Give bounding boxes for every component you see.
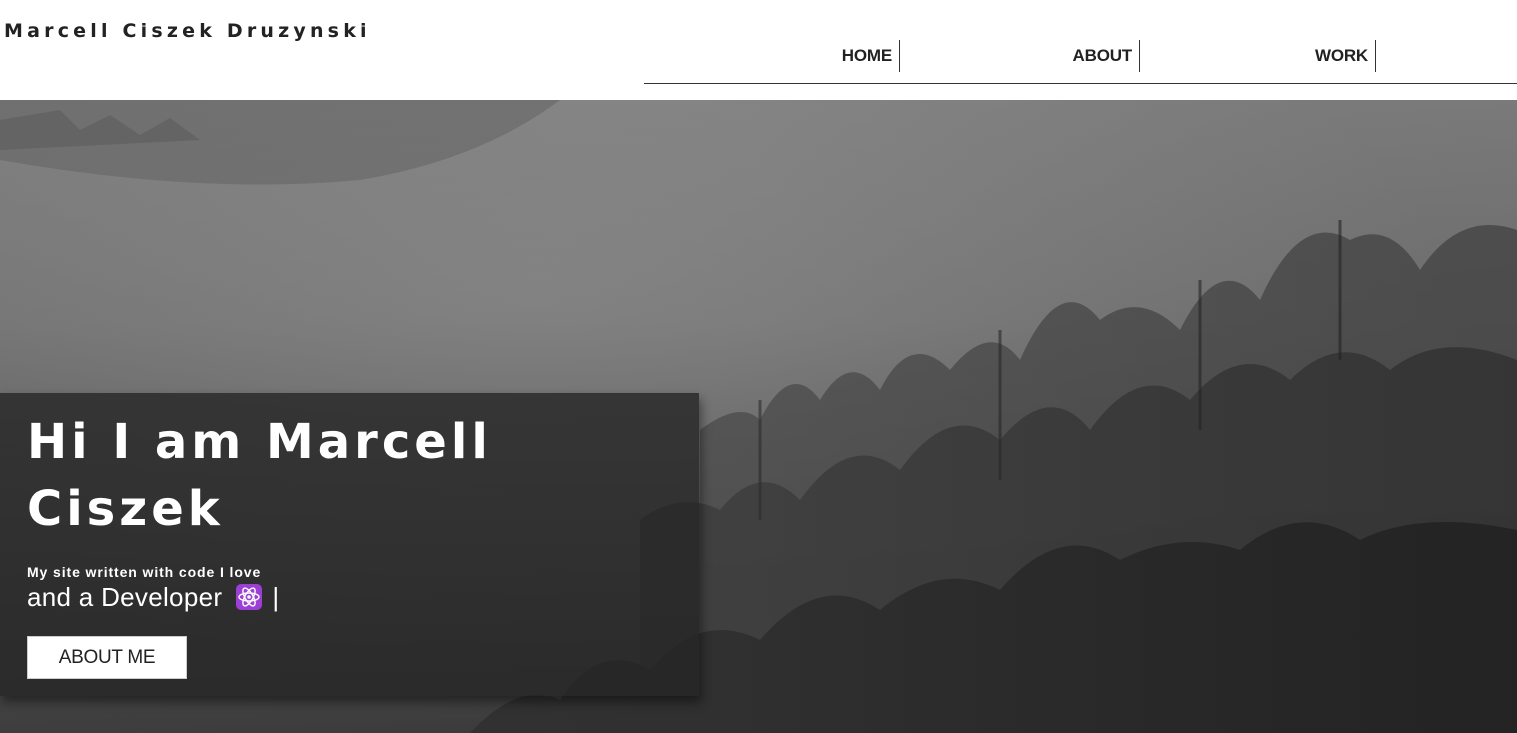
nav-about-label[interactable]: ABOUT: [1073, 40, 1133, 72]
about-me-button[interactable]: ABOUT ME: [27, 636, 187, 679]
atom-icon: [235, 584, 262, 610]
hero-section: Hi I am Marcell Ciszek My site written w…: [0, 100, 1517, 733]
nav-home-label[interactable]: HOME: [842, 40, 892, 72]
site-title[interactable]: Marcell Ciszek Druzynski: [4, 20, 371, 42]
nav-item-work[interactable]: WORK: [1270, 40, 1376, 72]
nav-item-about[interactable]: ABOUT: [1034, 40, 1140, 72]
hero-heading: Hi I am Marcell Ciszek: [27, 414, 492, 537]
site-header: Marcell Ciszek Druzynski HOME ABOUT WORK: [0, 0, 1517, 100]
nav-item-home[interactable]: HOME: [794, 40, 900, 72]
hero-role-text: and a Developer: [27, 582, 223, 612]
nav-work-label[interactable]: WORK: [1315, 40, 1368, 72]
typing-cursor: |: [272, 582, 280, 612]
main-nav: HOME ABOUT WORK: [644, 40, 1517, 84]
hero-tagline: My site written with code I love: [27, 564, 262, 580]
intro-panel: Hi I am Marcell Ciszek My site written w…: [0, 393, 699, 696]
hero-role-line: and a Developer |: [27, 582, 279, 613]
